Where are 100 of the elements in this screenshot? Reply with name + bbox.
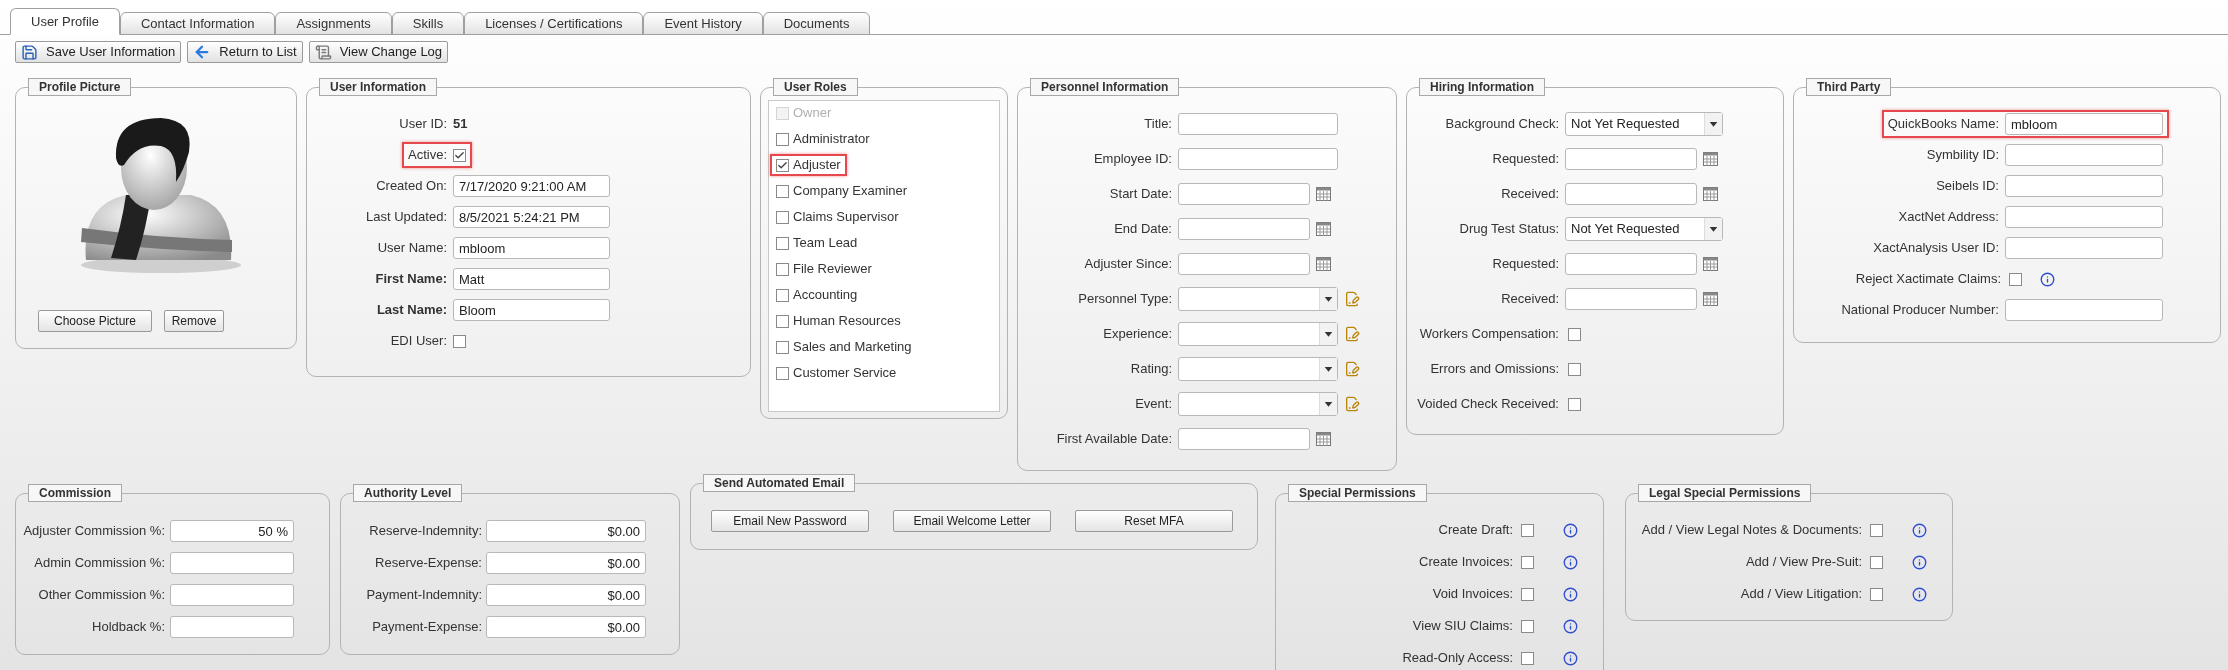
checkbox-label[interactable]: File Reviewer — [793, 259, 872, 279]
tab[interactable]: Documents — [762, 12, 871, 35]
checkbox[interactable] — [776, 184, 789, 198]
action-button[interactable]: Email Welcome Letter — [893, 510, 1051, 532]
pencil-note-icon[interactable] — [1344, 291, 1360, 307]
text-field[interactable]: 7/17/2020 9:21:00 AM — [453, 175, 610, 197]
text-field[interactable]: Bloom — [453, 299, 610, 321]
checkbox-label[interactable]: Customer Service — [793, 363, 897, 383]
text-field[interactable] — [2005, 237, 2163, 259]
checkbox[interactable] — [1521, 555, 1534, 569]
checkbox[interactable] — [1521, 523, 1534, 537]
checkbox-label[interactable]: Accounting — [793, 285, 858, 305]
text-field[interactable] — [2005, 206, 2163, 228]
text-field[interactable] — [1178, 218, 1310, 240]
tab[interactable]: Contact Information — [119, 12, 276, 35]
text-field[interactable] — [1565, 183, 1697, 205]
text-field[interactable] — [1565, 253, 1697, 275]
tab[interactable]: User Profile — [10, 8, 120, 35]
toolbar-button[interactable]: View Change Log — [308, 41, 449, 63]
checkbox[interactable] — [1521, 651, 1534, 665]
text-field[interactable]: mbloom — [2005, 113, 2163, 135]
checkbox-label[interactable]: Claims Supervisor — [793, 207, 899, 227]
calendar-icon[interactable] — [1703, 152, 1718, 166]
text-field[interactable]: mbloom — [453, 237, 610, 259]
checkbox[interactable] — [776, 314, 789, 328]
text-field[interactable]: 8/5/2021 5:24:21 PM — [453, 206, 610, 228]
info-icon[interactable] — [2040, 271, 2055, 287]
dropdown[interactable] — [1178, 287, 1338, 311]
text-field[interactable] — [1565, 148, 1697, 170]
text-field[interactable] — [1178, 428, 1310, 450]
checkbox-label[interactable]: Adjuster — [793, 155, 841, 175]
checkbox[interactable] — [1521, 587, 1534, 601]
text-field[interactable] — [1178, 253, 1310, 275]
dropdown[interactable] — [1178, 357, 1338, 381]
info-icon[interactable] — [1563, 650, 1578, 666]
tab[interactable]: Event History — [643, 12, 763, 35]
info-icon[interactable] — [1912, 522, 1927, 538]
text-field[interactable] — [170, 552, 294, 574]
action-button[interactable]: Choose Picture — [38, 310, 152, 332]
checkbox-label[interactable]: Team Lead — [793, 233, 858, 253]
text-field[interactable]: 50 % — [170, 520, 294, 542]
checkbox[interactable] — [453, 334, 466, 348]
toolbar-button[interactable]: Return to List — [187, 41, 303, 63]
checkbox[interactable] — [1870, 523, 1883, 537]
text-field[interactable] — [1178, 148, 1338, 170]
checkbox[interactable] — [453, 148, 466, 162]
text-field[interactable] — [170, 616, 294, 638]
checkbox[interactable] — [776, 340, 789, 354]
checkbox-label[interactable]: Sales and Marketing — [793, 337, 912, 357]
tab[interactable]: Skills — [391, 12, 465, 35]
info-icon[interactable] — [1563, 618, 1578, 634]
text-field[interactable]: $0.00 — [486, 584, 646, 606]
calendar-icon[interactable] — [1316, 187, 1331, 201]
action-button[interactable]: Email New Password — [711, 510, 869, 532]
checkbox-label[interactable]: Administrator — [793, 129, 870, 149]
checkbox[interactable] — [776, 158, 789, 172]
checkbox[interactable] — [776, 132, 789, 146]
calendar-icon[interactable] — [1703, 257, 1718, 271]
info-icon[interactable] — [1912, 586, 1927, 602]
checkbox[interactable] — [1521, 619, 1534, 633]
checkbox[interactable] — [1870, 555, 1883, 569]
tab[interactable]: Licenses / Certifications — [464, 12, 644, 35]
text-field[interactable]: $0.00 — [486, 552, 646, 574]
pencil-note-icon[interactable] — [1344, 396, 1360, 412]
text-field[interactable]: $0.00 — [486, 616, 646, 638]
tab[interactable]: Assignments — [275, 12, 392, 35]
checkbox[interactable] — [1568, 362, 1581, 376]
info-icon[interactable] — [1563, 522, 1578, 538]
text-field[interactable] — [1565, 288, 1697, 310]
dropdown[interactable] — [1178, 322, 1338, 346]
text-field[interactable] — [1178, 183, 1310, 205]
checkbox[interactable] — [1870, 587, 1883, 601]
dropdown[interactable] — [1178, 392, 1338, 416]
calendar-icon[interactable] — [1316, 222, 1331, 236]
info-icon[interactable] — [1563, 586, 1578, 602]
pencil-note-icon[interactable] — [1344, 361, 1360, 377]
text-field[interactable] — [2005, 144, 2163, 166]
checkbox[interactable] — [776, 236, 789, 250]
dropdown[interactable]: Not Yet Requested — [1565, 112, 1723, 136]
text-field[interactable] — [2005, 175, 2163, 197]
checkbox[interactable] — [776, 366, 789, 380]
info-icon[interactable] — [1563, 554, 1578, 570]
checkbox[interactable] — [1568, 397, 1581, 411]
text-field[interactable] — [170, 584, 294, 606]
checkbox[interactable] — [1568, 327, 1581, 341]
calendar-icon[interactable] — [1703, 292, 1718, 306]
checkbox[interactable] — [776, 288, 789, 302]
info-icon[interactable] — [1912, 554, 1927, 570]
text-field[interactable]: $0.00 — [486, 520, 646, 542]
toolbar-button[interactable]: Save User Information — [15, 41, 182, 63]
checkbox[interactable] — [776, 210, 789, 224]
action-button[interactable]: Remove — [164, 310, 224, 332]
text-field[interactable] — [2005, 299, 2163, 321]
checkbox[interactable] — [2009, 272, 2022, 286]
action-button[interactable]: Reset MFA — [1075, 510, 1233, 532]
dropdown[interactable]: Not Yet Requested — [1565, 217, 1723, 241]
text-field[interactable]: Matt — [453, 268, 610, 290]
pencil-note-icon[interactable] — [1344, 326, 1360, 342]
checkbox-label[interactable]: Company Examiner — [793, 181, 908, 201]
checkbox[interactable] — [776, 262, 789, 276]
